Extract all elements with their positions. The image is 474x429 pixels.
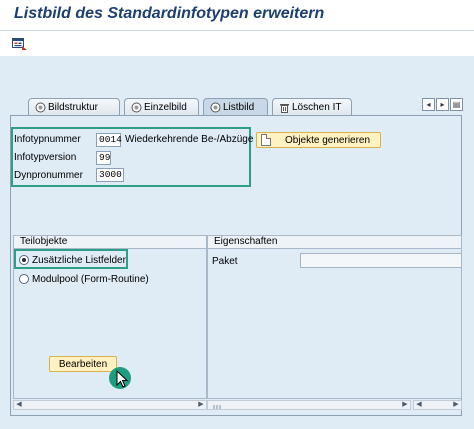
tab-loeschen-it[interactable]: Löschen IT	[272, 98, 352, 116]
tab-list-button[interactable]: ▤	[450, 98, 463, 111]
scroll-left-icon[interactable]: ◀	[414, 401, 424, 409]
document-icon	[261, 134, 271, 146]
eigenschaften-header: Eigenschaften	[207, 235, 462, 249]
teilobjekte-header: Teilobjekte	[13, 235, 207, 249]
infotyp-description: Wiederkehrende Be-/Abzüge	[125, 134, 254, 145]
tab-scroll-right-button[interactable]: ▸	[436, 98, 449, 111]
tab-label: Einzelbild	[144, 102, 187, 113]
generate-button-label: Objekte generieren	[285, 134, 371, 146]
execute-icon[interactable]	[12, 38, 28, 51]
dynpro-field[interactable]: 3000	[96, 168, 124, 182]
scroll-left-icon[interactable]: ◀	[14, 401, 24, 409]
infotyp-field[interactable]: 0014	[96, 133, 122, 147]
tab-einzelbild[interactable]: Einzelbild	[124, 98, 199, 116]
left-horizontal-scrollbar[interactable]	[13, 400, 207, 410]
generate-objects-button[interactable]: Objekte generieren	[256, 132, 381, 148]
paket-label: Paket	[212, 256, 238, 267]
tab-label: Löschen IT	[292, 102, 342, 113]
radio-tab-icon	[35, 102, 46, 113]
application-toolbar	[0, 30, 474, 56]
radio-zusaetzliche-listfelder[interactable]	[19, 255, 29, 265]
radio-modulpool[interactable]	[19, 274, 29, 284]
dynpro-label: Dynpronummer	[14, 170, 83, 181]
tab-bildstruktur[interactable]: Bildstruktur	[28, 98, 120, 116]
radio-label: Modulpool (Form-Routine)	[32, 274, 149, 285]
tab-scroll-left-button[interactable]: ◂	[422, 98, 435, 111]
scroll-right-icon[interactable]: ▶	[400, 401, 410, 409]
scroll-right-icon[interactable]: ▶	[196, 401, 206, 409]
paket-field[interactable]	[300, 253, 462, 268]
tab-label: Listbild	[223, 102, 255, 113]
edit-button[interactable]: Bearbeiten	[49, 356, 117, 372]
radio-label: Zusätzliche Listfelder	[32, 255, 126, 266]
version-field[interactable]: 99	[96, 151, 111, 165]
mouse-pointer-icon	[116, 370, 129, 388]
trash-icon	[279, 102, 290, 113]
version-label: Infotypversion	[14, 152, 77, 163]
radio-tab-icon	[210, 102, 221, 113]
right-horizontal-scrollbar[interactable]	[207, 400, 411, 410]
scroll-right-icon[interactable]: ▶	[451, 401, 461, 409]
tab-label: Bildstruktur	[48, 102, 99, 113]
infotyp-label: Infotypnummer	[14, 134, 81, 145]
scroll-thumb[interactable]	[212, 402, 222, 409]
tab-listbild[interactable]: Listbild	[203, 98, 268, 116]
window-title: Listbild des Standardinfotypen erweitern	[14, 5, 325, 22]
radio-tab-icon	[131, 102, 142, 113]
